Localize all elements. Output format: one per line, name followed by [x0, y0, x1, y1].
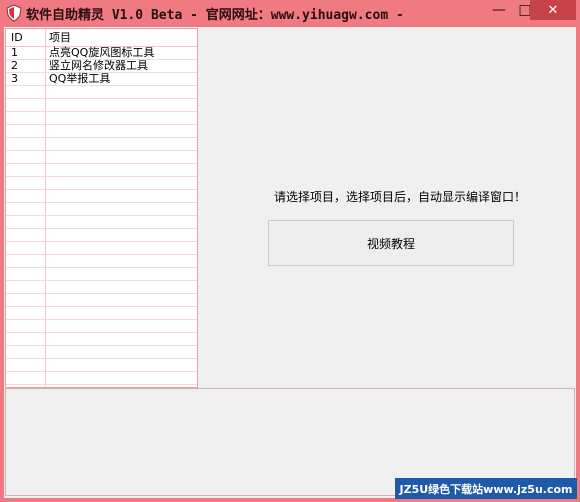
column-header-id[interactable]: ID — [11, 31, 23, 44]
list-item[interactable] — [6, 359, 197, 372]
list-item[interactable] — [6, 294, 197, 307]
site-watermark: JZ5U绿色下载站www.jz5u.com — [395, 478, 577, 499]
shield-icon — [6, 4, 22, 22]
list-item-name: 竖立网名修改器工具 — [49, 59, 148, 72]
list-item[interactable] — [6, 268, 197, 281]
list-item[interactable] — [6, 177, 197, 190]
column-header-project[interactable]: 项目 — [49, 31, 71, 44]
list-item[interactable] — [6, 164, 197, 177]
list-item-name: QQ举报工具 — [49, 72, 111, 85]
client-area: ID 项目 1 点亮QQ旋风图标工具 2 竖立网名修改器工具 3 QQ举报工具 请选择项目… — [4, 27, 576, 498]
list-item[interactable] — [6, 86, 197, 99]
list-item[interactable] — [6, 255, 197, 268]
list-item[interactable] — [6, 203, 197, 216]
list-item[interactable] — [6, 151, 197, 164]
list-item[interactable]: 3 QQ举报工具 — [6, 73, 197, 86]
close-button[interactable]: ✕ — [530, 0, 576, 20]
list-item[interactable] — [6, 307, 197, 320]
list-item[interactable] — [6, 242, 197, 255]
list-item[interactable] — [6, 190, 197, 203]
list-item[interactable] — [6, 125, 197, 138]
list-item-name: 点亮QQ旋风图标工具 — [49, 46, 155, 59]
list-item[interactable] — [6, 320, 197, 333]
project-list[interactable]: ID 项目 1 点亮QQ旋风图标工具 2 竖立网名修改器工具 3 QQ举报工具 — [5, 28, 198, 388]
list-item-id: 2 — [11, 59, 18, 72]
list-item[interactable] — [6, 346, 197, 359]
minimize-button[interactable]: — — [486, 0, 512, 20]
selection-prompt: 请选择项目，选择项目后，自动显示编译窗口！ — [274, 190, 527, 204]
list-item[interactable] — [6, 333, 197, 346]
video-tutorial-button[interactable]: 视频教程 — [268, 220, 514, 266]
list-header: ID 项目 — [6, 29, 197, 47]
list-item[interactable] — [6, 281, 197, 294]
list-item[interactable] — [6, 372, 197, 385]
list-item-id: 1 — [11, 46, 18, 59]
window-title: 软件自助精灵 V1.0 Beta - 官网网址：www.yihuagw.com … — [26, 8, 404, 23]
app-window: 软件自助精灵 V1.0 Beta - 官网网址：www.yihuagw.com … — [0, 0, 580, 502]
list-item[interactable] — [6, 99, 197, 112]
list-item[interactable] — [6, 229, 197, 242]
title-bar[interactable]: 软件自助精灵 V1.0 Beta - 官网网址：www.yihuagw.com … — [0, 0, 580, 26]
list-item-id: 3 — [11, 72, 18, 85]
list-item[interactable] — [6, 138, 197, 151]
list-item[interactable] — [6, 216, 197, 229]
list-item[interactable] — [6, 112, 197, 125]
